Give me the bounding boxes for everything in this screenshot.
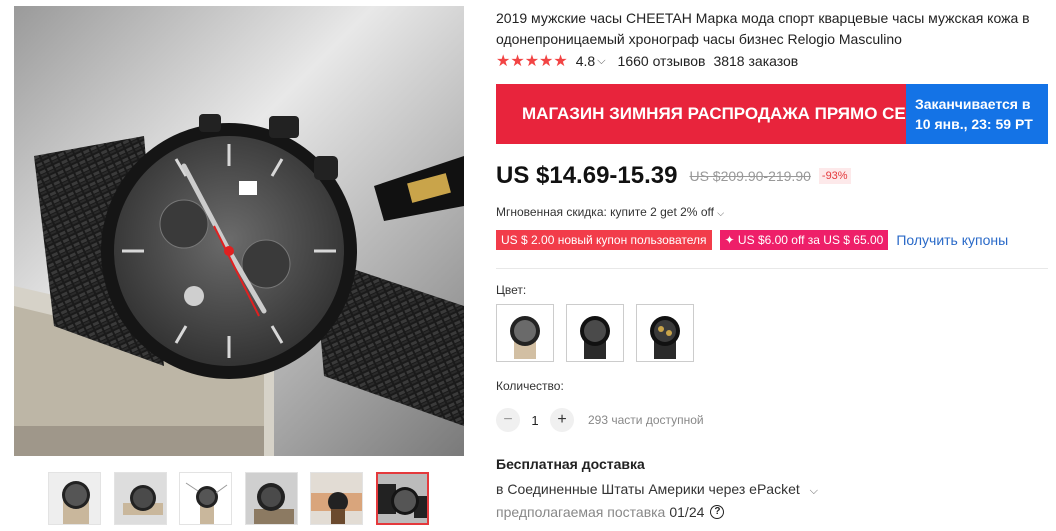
chevron-down-icon[interactable]: ⌵ xyxy=(597,55,605,68)
shipping-destination[interactable]: в Соединенные Штаты Америки через ePacke… xyxy=(496,481,818,498)
help-icon[interactable]: ? xyxy=(710,505,725,519)
swatch-black-mesh[interactable] xyxy=(566,304,624,362)
thumbnail-3[interactable] xyxy=(179,472,232,525)
sale-ends-label: Заканчивается в xyxy=(915,96,1031,112)
discount-badge: -93% xyxy=(818,168,851,184)
price-row: US $14.69-15.39 US $209.90-219.90 -93% xyxy=(496,162,851,190)
thumbnail-strip xyxy=(48,472,432,525)
color-swatches xyxy=(496,304,706,362)
color-label: Цвет: xyxy=(496,283,527,297)
chevron-down-icon: ⌵ xyxy=(717,208,725,218)
new-user-coupon[interactable]: US $ 2.00 новый купон пользователя xyxy=(496,230,712,250)
instant-discount[interactable]: Мгновенная скидка: купите 2 get 2% off ⌵ xyxy=(496,205,724,219)
product-title: 2019 мужские часы CHEETAH Марка мода спо… xyxy=(496,10,1030,47)
product-main-image[interactable] xyxy=(14,6,464,456)
rating-row: ★★★★★ 4.8 ⌵ 1660 отзывов 3818 заказов xyxy=(496,52,798,70)
shipping-title: Бесплатная доставка xyxy=(496,456,645,472)
delivery-estimate-label: предполагаемая поставка xyxy=(496,504,666,520)
quantity-minus-button[interactable]: − xyxy=(496,408,520,432)
quantity-label: Количество: xyxy=(496,379,564,393)
sale-timer: Заканчивается в 10 янв., 23: 59 PT xyxy=(906,84,1048,144)
chevron-down-icon: ⌵ xyxy=(809,485,819,497)
stock-available: 293 части доступной xyxy=(588,413,704,427)
thumbnail-6[interactable] xyxy=(376,472,429,525)
coupons-row: US $ 2.00 новый купон пользователя ✦ US … xyxy=(496,230,1008,250)
original-price: US $209.90-219.90 xyxy=(689,168,811,184)
sale-ends-time: 10 янв., 23: 59 PT xyxy=(915,116,1033,132)
current-price: US $14.69-15.39 xyxy=(496,162,678,189)
star-rating-icon: ★★★★★ xyxy=(496,53,568,70)
thumbnail-4[interactable] xyxy=(245,472,298,525)
quantity-stepper: − 1 + 293 части доступной xyxy=(496,408,704,432)
instant-discount-text: Мгновенная скидка: купите 2 get 2% off xyxy=(496,205,714,219)
quantity-input[interactable]: 1 xyxy=(520,413,550,428)
orders-count: 3818 заказов xyxy=(713,53,799,69)
sale-banner[interactable]: МАГАЗИН ЗИМНЯЯ РАСПРОДАЖА ПРЯМО СЕЙЧАС З… xyxy=(496,84,1048,144)
divider xyxy=(496,268,1048,269)
swatch-black-gold[interactable] xyxy=(636,304,694,362)
store-coupon[interactable]: ✦ US $6.00 off за US $ 65.00 xyxy=(719,230,889,250)
quantity-plus-button[interactable]: + xyxy=(550,408,574,432)
reviews-link[interactable]: 1660 отзывов xyxy=(618,53,706,69)
rating-value: 4.8 xyxy=(575,53,596,69)
delivery-estimate-date: 01/24 xyxy=(669,504,705,520)
thumbnail-2[interactable] xyxy=(114,472,167,525)
swatch-beige-strap[interactable] xyxy=(496,304,554,362)
sale-promo-text: МАГАЗИН ЗИМНЯЯ РАСПРОДАЖА ПРЯМО СЕЙЧАС xyxy=(496,84,906,144)
delivery-estimate: предполагаемая поставка 01/24 ? xyxy=(496,504,725,520)
thumbnail-1[interactable] xyxy=(48,472,101,525)
shipping-destination-text: в Соединенные Штаты Америки через ePacke… xyxy=(496,481,800,497)
get-coupons-link[interactable]: Получить купоны xyxy=(896,232,1008,248)
thumbnail-5[interactable] xyxy=(310,472,363,525)
